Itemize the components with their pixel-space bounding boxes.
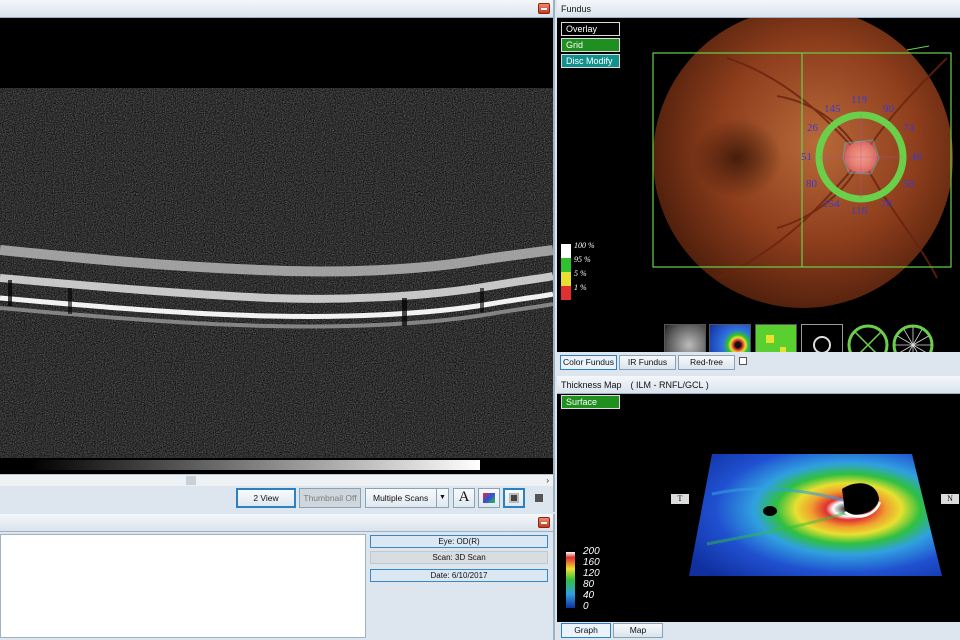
legend-label-1: 1 % bbox=[574, 283, 587, 292]
surface-button[interactable]: Surface bbox=[561, 395, 620, 409]
bscan-titlebar bbox=[0, 0, 553, 18]
thumb-thickness-map[interactable] bbox=[709, 324, 751, 352]
colorbar-tick: 40 bbox=[583, 590, 595, 601]
info-panel: Eye: OD(R) Scan: 3D Scan Date: 6/10/2017 bbox=[0, 514, 555, 640]
thickness-title: Thickness Map ( ILM - RNFL/GCL ) bbox=[561, 380, 709, 390]
legend-swatch-95 bbox=[561, 258, 571, 272]
sector-value-i3: 78 bbox=[881, 198, 892, 210]
scroll-thumb[interactable] bbox=[186, 476, 196, 485]
orientation-temporal: T bbox=[677, 494, 683, 503]
red-free-checkbox[interactable] bbox=[739, 357, 747, 365]
scan-mode-select[interactable]: Multiple Scans ▼ bbox=[365, 488, 449, 508]
font-icon: A bbox=[458, 489, 470, 505]
clock-chart-icon bbox=[892, 324, 934, 352]
dropdown-arrow-icon: ▼ bbox=[436, 489, 448, 507]
thumb-deviation-map[interactable] bbox=[755, 324, 797, 352]
thickness-viewport[interactable]: Surface T N 200 160 120 80 40 0 bbox=[557, 394, 960, 622]
overlay-button[interactable]: Overlay bbox=[561, 22, 620, 36]
fundus-svg bbox=[652, 18, 953, 308]
colorbar-tick: 80 bbox=[583, 579, 595, 590]
tab-ir-fundus[interactable]: IR Fundus bbox=[619, 355, 676, 370]
colorbar-tick: 0 bbox=[583, 601, 589, 612]
legend-label-5: 5 % bbox=[574, 269, 587, 278]
scroll-right-arrow[interactable]: › bbox=[546, 475, 549, 486]
legend-swatch-5 bbox=[561, 272, 571, 286]
tab-map[interactable]: Map bbox=[613, 623, 663, 638]
gray-frame-button[interactable] bbox=[503, 488, 525, 508]
sector-value-n2: 46 bbox=[911, 151, 922, 163]
info-titlebar bbox=[0, 514, 553, 532]
grid-button[interactable]: Grid bbox=[561, 38, 620, 52]
disc-ring-shape bbox=[813, 336, 831, 352]
oct-bscan-image[interactable] bbox=[0, 18, 553, 474]
thumb-clock-chart[interactable] bbox=[892, 324, 934, 352]
sector-value-i2: 116 bbox=[851, 205, 868, 217]
color-palette-button[interactable] bbox=[478, 488, 500, 508]
legend-swatch-100 bbox=[561, 244, 571, 258]
oct-scan-svg bbox=[0, 88, 553, 470]
palette-icon bbox=[483, 493, 495, 503]
sector-value-t1: 26 bbox=[807, 122, 818, 134]
notes-area[interactable] bbox=[0, 534, 366, 638]
font-button[interactable]: A bbox=[453, 488, 475, 508]
tab-color-fundus[interactable]: Color Fundus bbox=[560, 355, 617, 370]
legend-label-100: 100 % bbox=[574, 241, 595, 250]
deviation-block bbox=[780, 347, 786, 352]
square-icon[interactable] bbox=[535, 494, 543, 502]
bscan-scrollbar[interactable]: › bbox=[0, 474, 553, 486]
fundus-titlebar: Fundus bbox=[557, 0, 960, 18]
fundus-viewport[interactable]: Overlay Grid Disc Modify 145 119 90 26 5… bbox=[557, 18, 960, 352]
fundus-panel: Fundus Overlay Grid Disc Modify 145 119 … bbox=[557, 0, 960, 374]
tab-graph[interactable]: Graph bbox=[561, 623, 611, 638]
sector-value-s2: 119 bbox=[851, 94, 868, 106]
legend-swatch-1 bbox=[561, 286, 571, 300]
frame-icon bbox=[509, 493, 519, 503]
colorbar-tick: 160 bbox=[583, 557, 600, 568]
tab-red-free[interactable]: Red-free bbox=[678, 355, 735, 370]
eye-field: Eye: OD(R) bbox=[370, 535, 548, 548]
two-view-button[interactable]: 2 View bbox=[236, 488, 296, 508]
sector-value-i1: 154 bbox=[823, 198, 840, 210]
date-field: Date: 6/10/2017 bbox=[370, 569, 548, 582]
thumb-quadrant-chart[interactable] bbox=[847, 324, 889, 352]
thumb-disc-deviation[interactable] bbox=[801, 324, 843, 352]
quadrant-chart-icon bbox=[847, 324, 889, 352]
bscan-panel: › 2 View Thumbnail Off Multiple Scans ▼ … bbox=[0, 0, 555, 512]
sector-value-s1: 145 bbox=[824, 103, 841, 115]
sector-value-n3: 58 bbox=[903, 178, 914, 190]
thumbnail-off-button[interactable]: Thumbnail Off bbox=[299, 488, 361, 508]
thickness-titlebar: Thickness Map ( ILM - RNFL/GCL ) bbox=[557, 376, 960, 394]
sector-value-n1: 74 bbox=[903, 122, 914, 134]
sector-value-t3: 80 bbox=[806, 178, 817, 190]
bscan-close-button[interactable] bbox=[538, 3, 550, 14]
legend-label-95: 95 % bbox=[574, 255, 591, 264]
info-close-button[interactable] bbox=[538, 517, 550, 528]
colorbar-tick: 200 bbox=[583, 546, 600, 557]
fundus-title: Fundus bbox=[561, 4, 592, 14]
sector-value-t2: 51 bbox=[801, 151, 812, 163]
thumb-fundus-gray[interactable] bbox=[664, 324, 706, 352]
thickness-surface-svg bbox=[566, 454, 959, 608]
sector-value-s3: 90 bbox=[883, 103, 894, 115]
thickness-panel: Thickness Map ( ILM - RNFL/GCL ) Surface… bbox=[557, 376, 960, 640]
deviation-block bbox=[766, 335, 774, 343]
colorbar-tick: 120 bbox=[583, 568, 600, 579]
disc-modify-button[interactable]: Disc Modify bbox=[561, 54, 620, 68]
orientation-nasal: N bbox=[947, 494, 953, 503]
scan-mode-value: Multiple Scans bbox=[373, 493, 429, 503]
scan-type-field: Scan: 3D Scan bbox=[370, 551, 548, 564]
